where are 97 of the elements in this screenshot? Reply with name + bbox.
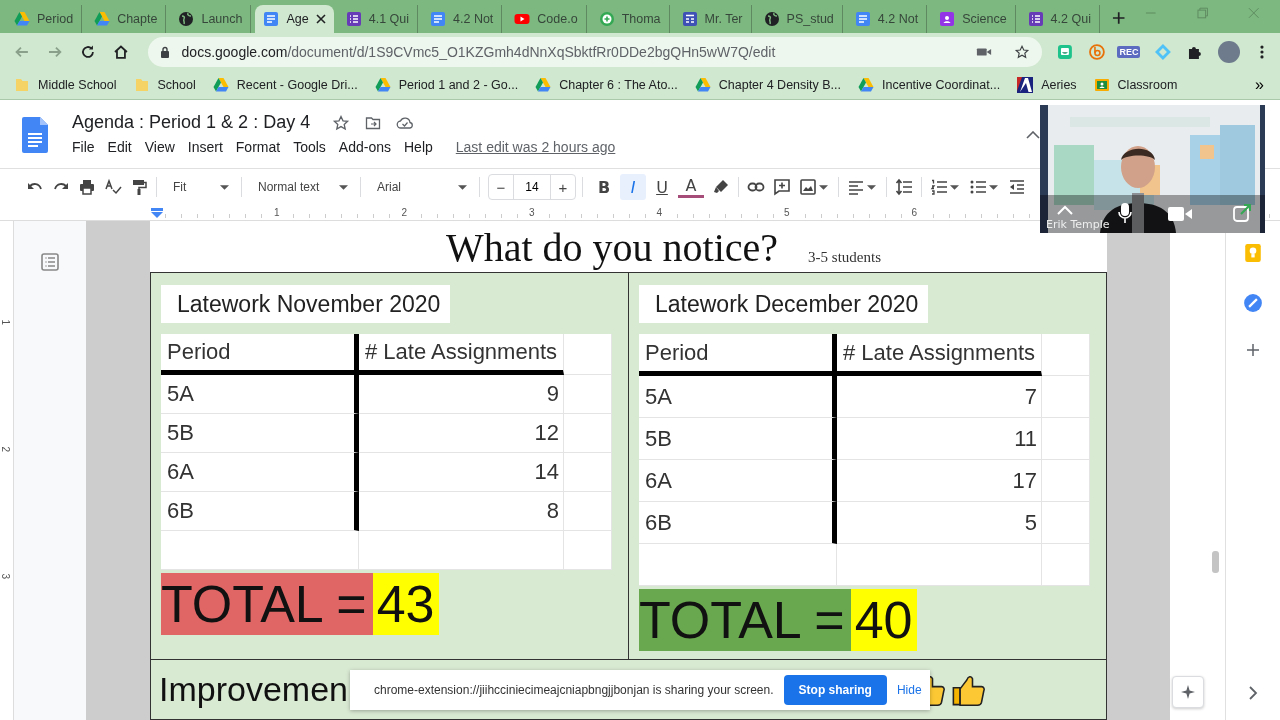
table-cell: 9 <box>359 375 564 414</box>
ruler-number: 4 <box>655 205 663 220</box>
bookmark[interactable]: Chapter 6 : The Ato... <box>535 76 678 93</box>
chart-title: Latework November 2020 <box>161 285 451 323</box>
ruler-number: 1 <box>0 319 11 328</box>
table-cell: 6A <box>639 460 837 502</box>
menu-item[interactable]: Tools <box>293 139 326 155</box>
more-bookmarks[interactable]: » <box>1255 75 1264 94</box>
hide-button[interactable]: Hide <box>896 683 922 697</box>
font-dropdown[interactable]: Arial <box>369 180 475 194</box>
ruler-number: 2 <box>400 205 408 220</box>
column-header: # Late Assignments <box>837 334 1042 376</box>
total-label: TOTAL = <box>639 589 851 651</box>
stop-sharing-button[interactable]: Stop sharing <box>783 675 887 705</box>
table-cell: 17 <box>837 460 1042 502</box>
bookmark-label: Chapter 6 : The Ato... <box>559 77 678 92</box>
document-title[interactable]: Agenda : Period 1 & 2 : Day 4 <box>72 112 311 133</box>
ruler-number: 6 <box>910 205 918 220</box>
table-cell: 7 <box>837 376 1042 418</box>
ruler-number: 2 <box>0 446 11 455</box>
table-cell: 6B <box>639 502 837 544</box>
url-text: docs.google.com/document/d/1S9CVmc5_O1KZGmh4dNnXqSbktfRr0DDe2bgQHn5wW7Q/edit <box>181 43 776 60</box>
improvement-text: Improvemen <box>159 670 348 709</box>
record-badge[interactable]: REC <box>1117 45 1141 58</box>
bookmark[interactable]: Incentive Coordinat... <box>858 76 1001 93</box>
total-value: 40 <box>850 589 917 651</box>
style-dropdown[interactable]: Normal text <box>250 180 356 194</box>
bookmark-label: Period 1 and 2 - Go... <box>398 77 519 92</box>
format-button[interactable]: U <box>649 174 675 200</box>
bookmark-label: School <box>157 77 196 92</box>
bookmark[interactable]: Chapter 4 Density B... <box>694 76 842 93</box>
browser-tab[interactable]: Age <box>255 5 334 33</box>
format-button[interactable]: I <box>620 174 646 200</box>
table-cell: 5A <box>639 376 837 418</box>
tab-title: 4.2 Qui <box>1050 12 1091 26</box>
text-color-button[interactable]: A <box>678 176 704 198</box>
menu-item[interactable]: Add-ons <box>338 139 391 155</box>
tab-title: Code.o <box>537 12 578 26</box>
bookmark[interactable]: Middle School <box>14 76 117 93</box>
zoom-dropdown[interactable]: Fit <box>165 180 237 194</box>
bookmark-label: Aeries <box>1041 77 1077 92</box>
chart-title: Latework December 2020 <box>639 285 929 323</box>
bookmark[interactable]: Recent - Google Dri... <box>212 76 358 93</box>
font-size-field[interactable]: 14 <box>513 175 551 199</box>
table-cell: 6A <box>161 453 359 492</box>
bookmark[interactable]: Period 1 and 2 - Go... <box>374 76 519 93</box>
table-cell: 8 <box>359 492 564 531</box>
menu-item[interactable]: Edit <box>107 139 132 155</box>
bookmark-label: Classroom <box>1117 77 1178 92</box>
menu-item[interactable]: Format <box>235 139 281 155</box>
column-header: # Late Assignments <box>359 334 564 375</box>
bookmark[interactable]: Aeries <box>1017 76 1077 93</box>
table-cell: 6B <box>161 492 359 531</box>
last-edit-link[interactable]: Last edit was 2 hours ago <box>455 139 616 155</box>
table-cell: 5A <box>161 375 359 414</box>
table-cell: 5B <box>161 414 359 453</box>
tab-title: Age <box>286 12 309 26</box>
bookmark-label: Recent - Google Dri... <box>236 77 358 92</box>
tab-title: Mr. Ter <box>704 12 743 26</box>
table-cell: 5 <box>837 502 1042 544</box>
bookmark-label: Chapter 4 Density B... <box>718 77 842 92</box>
bookmark-label: Incentive Coordinat... <box>882 77 1001 92</box>
decrease-size-button[interactable]: − <box>489 178 513 196</box>
ruler-number: 1 <box>272 205 281 220</box>
column-header: Period <box>161 334 359 375</box>
table-cell: 12 <box>359 414 564 453</box>
table-cell: 14 <box>359 453 564 492</box>
share-message: chrome-extension://jiihcciniecimeajcniapbngjjbonjan is sharing your screen. <box>374 683 774 697</box>
menu-item[interactable]: Help <box>404 139 433 155</box>
bookmark[interactable]: School <box>133 76 196 93</box>
format-button[interactable]: B <box>591 174 617 200</box>
table-cell: 5B <box>639 418 837 460</box>
tab-title: Launch <box>201 12 243 26</box>
menu-item[interactable]: File <box>72 139 95 155</box>
tab-title: 4.2 Not <box>453 12 494 26</box>
bookmark-label: Middle School <box>38 77 117 92</box>
address-bar[interactable]: docs.google.com/document/d/1S9CVmc5_O1KZGmh4dNnXqSbktfRr0DDe2bgQHn5wW7Q/edit <box>147 36 1042 67</box>
tab-title: Chapte <box>117 12 158 26</box>
increase-size-button[interactable]: + <box>551 178 575 196</box>
total-value: 43 <box>372 573 439 635</box>
menu-item[interactable]: View <box>144 139 175 155</box>
page-heading: What do you notice? <box>446 224 779 272</box>
ruler-number: 5 <box>782 205 791 220</box>
menu-item[interactable]: Insert <box>187 139 223 155</box>
tab-title: 4.1 Qui <box>368 12 410 26</box>
tab-title: PS_stud <box>786 12 834 26</box>
table-cell: 11 <box>837 418 1042 460</box>
total-label: TOTAL = <box>161 573 373 635</box>
tab-title: Science <box>962 12 1007 26</box>
bookmark[interactable]: Classroom <box>1093 76 1178 93</box>
tab-title: Period <box>37 12 74 26</box>
tab-title: Thoma <box>621 12 661 26</box>
page-note: 3-5 students <box>808 249 881 266</box>
ruler-number: 3 <box>0 573 11 582</box>
column-header: Period <box>639 334 837 376</box>
ruler-number: 3 <box>527 205 536 220</box>
tab-title: 4.2 Not <box>877 12 919 26</box>
